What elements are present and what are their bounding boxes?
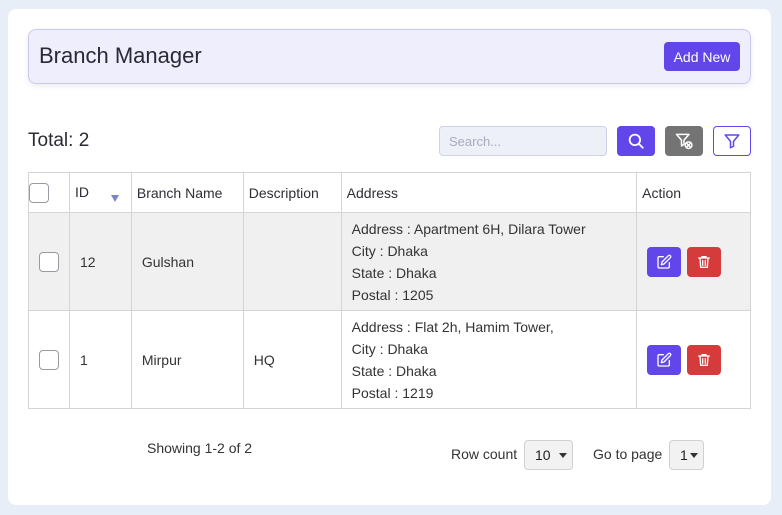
delete-button[interactable]	[687, 246, 722, 277]
trash-icon	[698, 353, 711, 366]
cell-address: Address : Flat 2h, Hamim Tower, City : D…	[340, 310, 638, 409]
clear-filter-button[interactable]	[665, 126, 703, 156]
sort-desc-icon[interactable]	[110, 194, 119, 202]
column-header-address: Address	[340, 172, 638, 213]
total-count: Total: 2	[28, 130, 90, 151]
go-to-page-select[interactable]: 1	[669, 440, 704, 470]
showing-summary: Showing 1-2 of 2	[147, 440, 253, 456]
postal-line: Postal : 1205	[351, 286, 434, 303]
column-header-id[interactable]: ID	[68, 172, 132, 213]
state-line: State : Dhaka	[351, 362, 437, 379]
row-select-cell	[28, 212, 70, 311]
cell-address: Address : Apartment 6H, Dilara Tower Cit…	[340, 212, 638, 311]
table-row: 12 Gulshan Address : Apartment 6H, Dilar…	[28, 212, 751, 311]
filter-clear-icon	[675, 133, 693, 150]
filter-icon	[724, 134, 740, 149]
search-button[interactable]	[617, 126, 655, 156]
edit-button[interactable]	[647, 246, 682, 277]
edit-button[interactable]	[647, 344, 682, 375]
edit-icon	[657, 352, 672, 367]
cell-description	[242, 212, 342, 311]
row-count-value: 10	[535, 447, 551, 463]
city-line: City : Dhaka	[351, 242, 428, 259]
page-title: Branch Manager	[39, 43, 202, 68]
search-input[interactable]	[439, 126, 607, 156]
chevron-down-icon	[558, 452, 567, 458]
column-header-branch-name: Branch Name	[130, 172, 244, 213]
row-select-cell	[28, 310, 70, 409]
branch-table: ID Branch Name Description Address Actio…	[28, 172, 751, 409]
column-header-action: Action	[636, 172, 751, 213]
filter-button[interactable]	[713, 126, 751, 156]
cell-id: 12	[68, 212, 132, 311]
cell-branch-name: Mirpur	[130, 310, 244, 409]
select-all-cell	[28, 172, 70, 213]
delete-button[interactable]	[687, 344, 722, 375]
cell-action	[636, 310, 751, 409]
address-line: Address : Flat 2h, Hamim Tower,	[351, 318, 554, 335]
cell-id: 1	[68, 310, 132, 409]
address-line: Address : Apartment 6H, Dilara Tower	[351, 220, 586, 237]
state-line: State : Dhaka	[351, 264, 437, 281]
select-all-checkbox[interactable]	[29, 182, 49, 203]
column-label-id: ID	[74, 183, 89, 200]
cell-branch-name: Gulshan	[130, 212, 244, 311]
column-header-description: Description	[242, 172, 342, 213]
row-count-label: Row count	[451, 446, 518, 462]
row-checkbox[interactable]	[38, 349, 59, 370]
table-row: 1 Mirpur HQ Address : Flat 2h, Hamim Tow…	[28, 310, 751, 409]
row-checkbox[interactable]	[38, 251, 59, 272]
cell-action	[636, 212, 751, 311]
row-count-select[interactable]: 10	[524, 440, 573, 470]
page-value: 1	[680, 447, 688, 463]
edit-icon	[657, 254, 672, 269]
branch-manager-card: Branch Manager Add New Total: 2 ID Branc…	[8, 9, 771, 505]
trash-icon	[698, 255, 711, 268]
postal-line: Postal : 1219	[351, 384, 434, 401]
go-to-page-label: Go to page	[593, 446, 663, 462]
cell-description: HQ	[242, 310, 342, 409]
city-line: City : Dhaka	[351, 340, 428, 357]
search-icon	[628, 133, 644, 149]
add-new-button[interactable]: Add New	[664, 42, 740, 71]
chevron-down-icon	[689, 452, 698, 458]
table-header-row: ID Branch Name Description Address Actio…	[28, 172, 751, 213]
page-header: Branch Manager Add New	[28, 29, 751, 84]
